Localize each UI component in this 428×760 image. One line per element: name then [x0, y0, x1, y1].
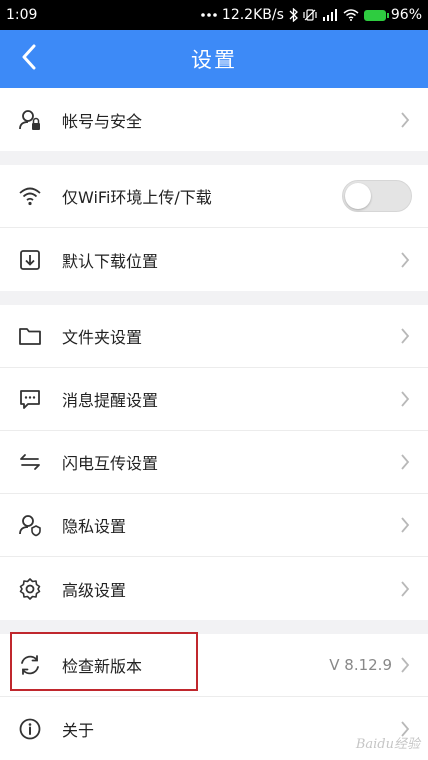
toggle-knob — [345, 183, 371, 209]
battery-icon — [363, 9, 389, 21]
settings-item-label: 检查新版本 — [62, 657, 143, 676]
status-bar: 1:09 12.2KB/s 96% — [0, 0, 428, 30]
chevron-right-icon — [400, 251, 410, 268]
settings-item-download-location[interactable]: 默认下载位置 — [0, 228, 428, 291]
signal-icon — [322, 9, 338, 21]
page-title: 设置 — [191, 48, 237, 72]
download-box-icon — [18, 248, 42, 272]
settings-item-label: 文件夹设置 — [62, 328, 143, 347]
chevron-right-icon — [400, 111, 410, 128]
section-divider — [0, 291, 428, 305]
user-shield-icon — [18, 513, 42, 537]
section-divider — [0, 620, 428, 634]
settings-item-label: 消息提醒设置 — [62, 391, 159, 410]
transfer-arrows-icon — [18, 450, 42, 474]
vibrate-icon — [303, 8, 317, 22]
message-icon — [18, 387, 42, 411]
settings-item-label: 帐号与安全 — [62, 111, 143, 131]
folder-icon — [18, 324, 42, 348]
battery-percent: 96% — [390, 7, 422, 23]
chevron-right-icon — [400, 391, 410, 407]
settings-item-wifi-only: 仅WiFi环境上传/下载 — [0, 165, 428, 228]
chevron-right-icon — [400, 454, 410, 470]
settings-item-label: 隐私设置 — [62, 517, 127, 536]
status-time: 1:09 — [6, 7, 38, 23]
chevron-left-icon — [21, 44, 37, 74]
chevron-right-icon — [400, 517, 410, 533]
settings-item-privacy[interactable]: 隐私设置 — [0, 494, 428, 557]
section-divider — [0, 151, 428, 165]
settings-item-flash-transfer[interactable]: 闪电互传设置 — [0, 431, 428, 494]
refresh-icon — [18, 653, 42, 677]
settings-item-label: 仅WiFi环境上传/下载 — [62, 188, 212, 207]
settings-list: 帐号与安全 仅WiFi环境上传/下载 默认下载位置 文件夹设置 消息提醒设置 闪… — [0, 88, 428, 760]
app-header: 设置 — [0, 30, 428, 88]
status-indicators: 12.2KB/s 96% — [201, 7, 422, 23]
settings-item-notification[interactable]: 消息提醒设置 — [0, 368, 428, 431]
settings-item-account-security[interactable]: 帐号与安全 — [0, 88, 428, 151]
version-number: V 8.12.9 — [329, 656, 392, 674]
gear-icon — [18, 577, 42, 601]
info-icon — [18, 717, 42, 741]
settings-item-folder[interactable]: 文件夹设置 — [0, 305, 428, 368]
chevron-right-icon — [400, 657, 410, 673]
settings-group-transfer: 仅WiFi环境上传/下载 默认下载位置 — [0, 165, 428, 291]
settings-item-label: 高级设置 — [62, 580, 127, 600]
bluetooth-icon — [289, 8, 298, 22]
more-dots-icon — [201, 12, 217, 18]
wifi-status-icon — [343, 9, 359, 21]
settings-item-label: 关于 — [62, 720, 95, 740]
wifi-only-toggle[interactable] — [342, 180, 412, 212]
user-lock-icon — [18, 108, 42, 132]
settings-item-label: 闪电互传设置 — [62, 454, 159, 473]
chevron-right-icon — [400, 580, 410, 597]
settings-group-general: 文件夹设置 消息提醒设置 闪电互传设置 隐私设置 高级设置 — [0, 305, 428, 620]
chevron-right-icon — [400, 328, 410, 344]
back-button[interactable] — [10, 40, 48, 78]
wifi-icon — [18, 184, 42, 208]
settings-item-advanced[interactable]: 高级设置 — [0, 557, 428, 620]
network-speed: 12.2KB/s — [221, 7, 284, 23]
settings-group-account: 帐号与安全 — [0, 88, 428, 151]
settings-item-check-update[interactable]: 检查新版本 V 8.12.9 — [0, 634, 428, 697]
settings-item-label: 默认下载位置 — [62, 251, 159, 271]
watermark: Baidu经验 — [355, 737, 420, 752]
